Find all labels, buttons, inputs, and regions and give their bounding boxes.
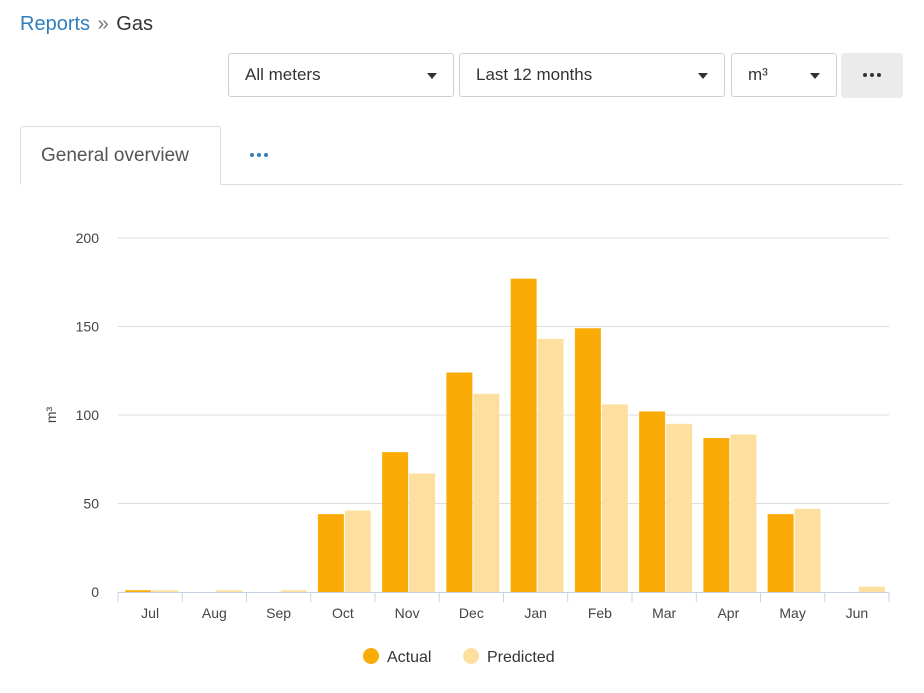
bar-predicted-sep bbox=[280, 590, 307, 592]
gas-consumption-chart: 0 50 100 150 200 m³ Jul Aug Sep Oct Nov Dec Jan Feb Ma… bbox=[43, 230, 890, 666]
bar-actual-apr bbox=[703, 438, 730, 592]
bar-predicted-jan bbox=[537, 338, 564, 592]
bar-predicted-mar bbox=[666, 423, 693, 592]
x-tick-label: Aug bbox=[202, 605, 227, 621]
x-tick-label: Dec bbox=[459, 605, 484, 621]
bar-predicted-aug bbox=[216, 590, 243, 592]
legend-marker-predicted bbox=[463, 648, 479, 664]
bar-predicted-feb bbox=[601, 404, 628, 592]
bar-actual-oct bbox=[317, 514, 344, 592]
x-tick-label: Apr bbox=[717, 605, 739, 621]
bar-actual-dec bbox=[446, 372, 473, 592]
y-tick-label: 200 bbox=[76, 230, 100, 246]
x-tick-label: Jan bbox=[524, 605, 547, 621]
bar-actual-mar bbox=[639, 411, 666, 592]
bar-predicted-nov bbox=[409, 473, 436, 592]
bar-predicted-apr bbox=[730, 434, 757, 592]
bar-predicted-dec bbox=[473, 393, 500, 592]
y-tick-label: 150 bbox=[76, 319, 100, 335]
y-tick-label: 100 bbox=[76, 407, 100, 423]
x-tick-label: May bbox=[779, 605, 805, 621]
legend-label-actual[interactable]: Actual bbox=[387, 649, 431, 666]
x-tick-label: Mar bbox=[652, 605, 676, 621]
bar-predicted-jul bbox=[152, 590, 179, 592]
x-tick-label: Jun bbox=[846, 605, 869, 621]
bar-actual-may bbox=[767, 514, 794, 592]
legend-label-predicted[interactable]: Predicted bbox=[487, 649, 555, 666]
x-tick-label: Jul bbox=[141, 605, 159, 621]
x-tick-label: Sep bbox=[266, 605, 291, 621]
x-tick-label: Feb bbox=[588, 605, 612, 621]
bar-actual-jul bbox=[125, 590, 152, 592]
bar-predicted-oct bbox=[344, 510, 371, 592]
bar-actual-jan bbox=[510, 278, 537, 592]
y-tick-label: 50 bbox=[83, 496, 99, 512]
bar-actual-nov bbox=[382, 452, 409, 592]
bar-predicted-jun bbox=[858, 586, 885, 592]
legend-marker-actual bbox=[363, 648, 379, 664]
y-tick-label: 0 bbox=[91, 584, 99, 600]
bar-actual-feb bbox=[574, 328, 601, 592]
x-tick-label: Nov bbox=[395, 605, 420, 621]
x-tick-label: Oct bbox=[332, 605, 354, 621]
y-axis-title: m³ bbox=[43, 407, 59, 424]
bar-predicted-may bbox=[794, 508, 821, 592]
